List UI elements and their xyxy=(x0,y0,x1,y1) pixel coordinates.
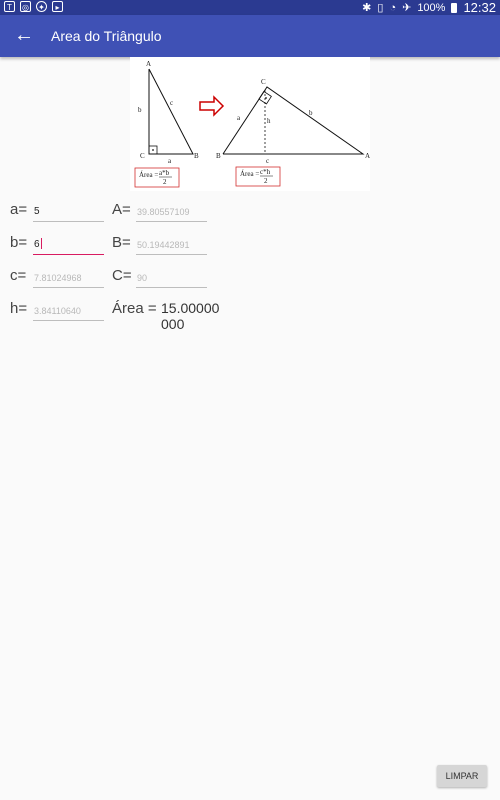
right-label-h: h xyxy=(267,117,271,125)
side-b-input[interactable]: 6 xyxy=(33,236,104,255)
left-label-A: A xyxy=(146,60,151,68)
angle-A-field[interactable]: 39.80557109 xyxy=(136,203,207,222)
status-bar: T ◎ ✦ ▸ ✱ ▯ ◔ ✈ 100% 12:32 xyxy=(0,0,500,15)
right-label-A: A xyxy=(365,152,370,160)
side-c-field[interactable]: 7.81024968 xyxy=(33,269,104,288)
battery-icon xyxy=(451,2,458,13)
side-b-value: 6 xyxy=(34,239,40,250)
left-label-a: a xyxy=(168,157,172,165)
right-label-b: b xyxy=(309,109,313,117)
right-label-c: c xyxy=(266,157,269,165)
right-triangle xyxy=(222,86,365,155)
height-h-field[interactable]: 3.84110640 xyxy=(33,302,104,321)
tv-icon: ▸ xyxy=(52,1,63,12)
left-formula-numerator: a*b xyxy=(159,169,170,177)
left-label-c: c xyxy=(170,99,173,107)
angle-B-field[interactable]: 50.19442891 xyxy=(136,236,207,255)
compass-icon: ✦ xyxy=(36,1,47,12)
page-title: Area do Triângulo xyxy=(51,28,162,44)
right-formula-prefix: Área = xyxy=(240,170,259,178)
transform-arrow-icon xyxy=(199,95,225,117)
label-angle-C: C= xyxy=(112,267,132,284)
label-h: h= xyxy=(10,300,28,317)
label-angle-B: B= xyxy=(112,234,131,251)
clock: 12:32 xyxy=(463,0,496,15)
label-b: b= xyxy=(10,234,28,251)
nyt-icon: T xyxy=(4,1,15,12)
system-icons: ✱ ▯ ◔ ✈ 100% 12:32 xyxy=(362,0,496,15)
app-toolbar: ← Area do Triângulo xyxy=(0,15,500,57)
label-area: Área = xyxy=(112,300,157,317)
left-formula-prefix: Área = xyxy=(139,171,158,179)
left-formula-denominator: 2 xyxy=(163,178,167,186)
airplane-icon: ✈ xyxy=(402,2,412,14)
vibrate-icon: ▯ xyxy=(377,2,384,14)
text-cursor xyxy=(40,238,42,249)
label-c: c= xyxy=(10,267,27,284)
angle-C-field[interactable]: 90 xyxy=(136,269,207,288)
label-a: a= xyxy=(10,201,28,218)
battery-percent: 100% xyxy=(417,1,446,14)
back-arrow-icon[interactable]: ← xyxy=(12,23,36,47)
left-label-b: b xyxy=(138,106,142,114)
instagram-icon: ◎ xyxy=(20,1,31,12)
clear-button[interactable]: LIMPAR xyxy=(437,765,487,787)
triangle-diagram-svg: A C B b c a Área = a*b 2 C B A a b h c Á… xyxy=(134,60,370,188)
bluetooth-icon: ✱ xyxy=(362,2,372,14)
right-label-C: C xyxy=(261,78,266,86)
wifi-icon: ◔ xyxy=(389,1,397,14)
left-label-C: C xyxy=(140,152,145,160)
left-label-B: B xyxy=(194,152,199,160)
right-right-angle-dot xyxy=(265,97,267,99)
triangle-diagram: A C B b c a Área = a*b 2 C B A a b h c Á… xyxy=(130,57,370,191)
area-result: 15.00000000 xyxy=(161,300,220,332)
notification-icons: T ◎ ✦ ▸ xyxy=(4,1,63,12)
left-right-angle-dot xyxy=(152,149,154,151)
label-angle-A: A= xyxy=(112,201,131,218)
right-formula-denominator: 2 xyxy=(264,177,268,185)
right-label-B: B xyxy=(216,152,221,160)
left-triangle xyxy=(148,68,194,155)
side-a-input[interactable]: 5 xyxy=(33,203,104,222)
right-label-a: a xyxy=(237,114,241,122)
right-formula-numerator: c*h xyxy=(260,168,271,176)
